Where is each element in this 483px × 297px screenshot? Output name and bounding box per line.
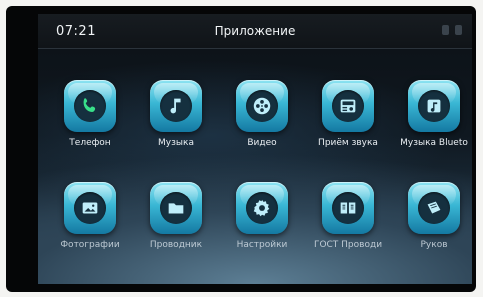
app-settings[interactable]: Настройки <box>219 182 305 250</box>
music-note-icon <box>160 90 192 122</box>
app-radio[interactable]: Приём звука <box>305 80 391 148</box>
app-gost-guide[interactable]: ГОСТ Проводи <box>305 182 391 250</box>
app-label: Настройки <box>236 240 288 250</box>
manual-icon <box>418 192 450 224</box>
app-label: Музыка <box>158 138 194 148</box>
app-label: Руков <box>420 240 448 250</box>
home-screen: 07:21 Приложение Телефон Музыка Видео Пр… <box>38 14 472 284</box>
signal-icon <box>442 25 449 35</box>
film-reel-icon <box>246 90 278 122</box>
gear-icon <box>246 192 278 224</box>
app-photos[interactable]: Фотографии <box>47 182 133 250</box>
status-bar: 07:21 Приложение <box>38 14 472 49</box>
app-manual[interactable]: Руков <box>391 182 472 250</box>
app-label: Фотографии <box>60 240 120 250</box>
page-title: Приложение <box>214 24 296 38</box>
app-label: Приём звука <box>318 138 378 148</box>
app-phone[interactable]: Телефон <box>47 80 133 148</box>
app-label: Видео <box>247 138 277 148</box>
folder-icon <box>160 192 192 224</box>
app-label: Музыка Blueto <box>400 138 468 148</box>
phone-icon <box>74 90 106 122</box>
app-music[interactable]: Музыка <box>133 80 219 148</box>
book-icon <box>332 192 364 224</box>
status-icons <box>442 25 462 35</box>
radio-icon <box>332 90 364 122</box>
app-label: Проводник <box>149 240 203 250</box>
app-bluetooth-music[interactable]: Музыка Blueto <box>391 80 472 148</box>
app-label: Телефон <box>69 138 111 148</box>
app-video[interactable]: Видео <box>219 80 305 148</box>
app-label: ГОСТ Проводи <box>313 240 383 250</box>
usb-icon <box>455 25 462 35</box>
bluetooth-music-icon <box>418 90 450 122</box>
photo-icon <box>74 192 106 224</box>
app-file-explorer[interactable]: Проводник <box>133 182 219 250</box>
